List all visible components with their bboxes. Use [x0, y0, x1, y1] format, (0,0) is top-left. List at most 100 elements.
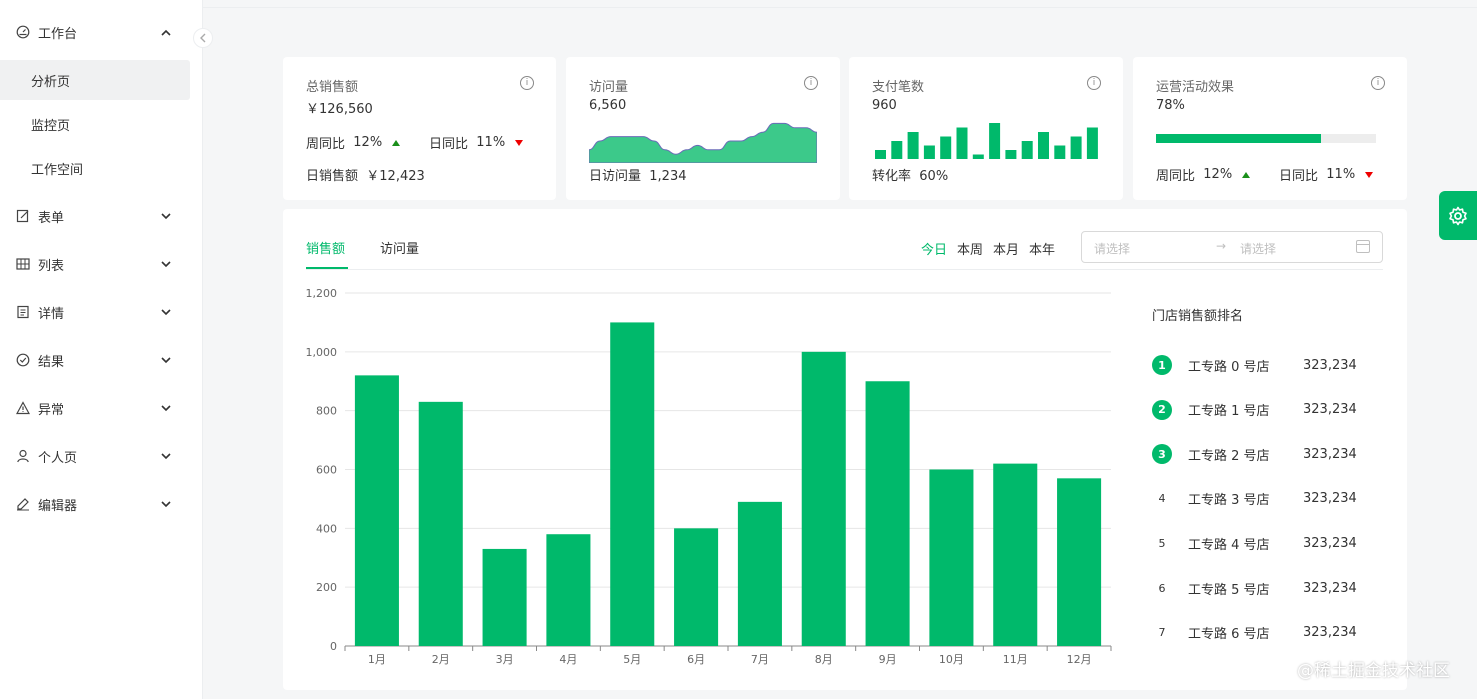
store-sales-value: 323,234: [1303, 491, 1357, 507]
store-name: 工专路 4 号店: [1188, 537, 1270, 553]
rank-number: 6: [1158, 581, 1166, 595]
sidebar-item-label: 编辑器: [38, 498, 78, 514]
chevron-down-icon: [160, 402, 172, 414]
card-footer: 日销售额 ￥12,423: [306, 165, 425, 184]
sidebar-subitem-monitor[interactable]: 监控页: [0, 104, 190, 144]
bar[interactable]: [801, 351, 846, 646]
sidebar-item-profile[interactable]: 个人页: [0, 436, 190, 476]
card-title: 访问量: [589, 80, 629, 95]
table-icon: [15, 256, 31, 272]
progress-fill: [1156, 134, 1321, 143]
rank-number: 5: [1158, 536, 1166, 550]
trend-label: 周同比: [306, 137, 346, 152]
arrow-up-icon: [392, 139, 401, 146]
sidebar-item-label: 结果: [38, 354, 65, 370]
bar[interactable]: [674, 528, 719, 646]
warning-icon: [15, 400, 31, 416]
store-sales-value: 323,234: [1303, 446, 1357, 462]
sidebar-subitem-analysis[interactable]: 分析页: [0, 60, 190, 100]
chevron-down-icon: [160, 450, 172, 462]
chevron-down-icon: [160, 258, 172, 270]
mini-bar: [1005, 150, 1017, 159]
sidebar-subitem-label: 分析页: [31, 74, 71, 90]
bar[interactable]: [865, 381, 910, 646]
trend-value: 11%: [476, 135, 506, 150]
ranking-row: 7 工专路 6 号店 323,234: [1152, 622, 1372, 644]
y-tick-label: 1,200: [306, 287, 338, 300]
rank-number: 2: [1152, 399, 1172, 420]
bar[interactable]: [993, 463, 1038, 646]
y-tick-label: 800: [316, 405, 337, 418]
sidebar: 工作台 分析页 监控页 工作空间 表单 列表 详情 结果 异常 个人页 编辑器: [0, 0, 203, 699]
sidebar-item-detail[interactable]: 详情: [0, 292, 190, 332]
detail-icon: [15, 304, 31, 320]
card-footer: 日访问量 1,234: [589, 165, 687, 184]
bar[interactable]: [354, 375, 399, 646]
ranking-title: 门店销售额排名: [1152, 309, 1244, 324]
sales-card: 总销售额 i ￥126,560 周同比 12% 日同比 11% 日销售额 ￥12…: [283, 57, 556, 200]
sidebar-subitem-workspace[interactable]: 工作空间: [0, 148, 190, 188]
sidebar-item-label: 详情: [38, 306, 65, 322]
mini-bar: [1070, 136, 1082, 159]
rank-number: 1: [1152, 355, 1172, 375]
y-tick-label: 200: [316, 581, 337, 594]
rank-number: 4: [1158, 492, 1166, 506]
x-tick-label: 6月: [687, 653, 705, 666]
x-tick-label: 4月: [559, 653, 577, 666]
sidebar-item-label: 异常: [38, 402, 65, 418]
x-tick-label: 2月: [432, 653, 450, 666]
arrow-right-icon: →: [1216, 239, 1227, 253]
trend-label: 周同比: [1156, 169, 1196, 184]
sidebar-collapse-button[interactable]: [193, 28, 213, 48]
bar[interactable]: [737, 501, 782, 646]
sidebar-item-editor[interactable]: 编辑器: [0, 484, 190, 524]
info-icon[interactable]: i: [1371, 76, 1385, 90]
operations-card: 运营活动效果 i 78% 周同比 12% 日同比 11%: [1133, 57, 1407, 200]
sidebar-item-form[interactable]: 表单: [0, 196, 190, 236]
settings-button[interactable]: [1439, 191, 1477, 240]
info-icon[interactable]: i: [804, 76, 818, 90]
sidebar-item-exception[interactable]: 异常: [0, 388, 190, 428]
bar[interactable]: [482, 548, 527, 646]
store-sales-value: 323,234: [1303, 625, 1357, 641]
mini-bar: [940, 136, 952, 159]
rank-number: 7: [1158, 626, 1166, 640]
sidebar-item-label: 列表: [38, 258, 65, 274]
x-tick-label: 1月: [368, 653, 386, 666]
card-title: 支付笔数: [872, 80, 925, 95]
visits-card: 访问量 i 6,560 日访问量 1,234: [566, 57, 840, 200]
sidebar-item-list[interactable]: 列表: [0, 244, 190, 284]
mini-bar: [891, 141, 903, 159]
x-tick-label: 3月: [496, 653, 514, 666]
bar[interactable]: [929, 469, 974, 647]
bar[interactable]: [546, 534, 591, 646]
x-tick-label: 10月: [939, 653, 964, 666]
footer-value: 1,234: [649, 169, 687, 184]
footer-label: 日访问量: [589, 169, 642, 184]
info-icon[interactable]: i: [1087, 76, 1101, 90]
bar[interactable]: [418, 401, 463, 646]
rank-number: 3: [1152, 444, 1172, 465]
mini-bar: [1021, 141, 1033, 159]
x-tick-label: 12月: [1067, 653, 1092, 666]
end-date-input[interactable]: 请选择: [1240, 240, 1276, 257]
x-tick-label: 8月: [815, 653, 833, 666]
chevron-down-icon: [160, 306, 172, 318]
card-value: ￥126,560: [306, 102, 373, 117]
store-sales-value: 323,234: [1303, 580, 1357, 596]
gear-icon: [1449, 206, 1467, 225]
day-trend: 日同比 11%: [1279, 165, 1374, 184]
mini-bar: [923, 145, 935, 159]
footer-label: 转化率: [872, 169, 912, 184]
sales-panel: 销售额 访问量 今日 本周 本月 本年 请选择 → 请选择 0 200 400 600…: [283, 209, 1407, 690]
sidebar-item-workbench[interactable]: 工作台: [0, 12, 190, 52]
bar[interactable]: [1057, 478, 1102, 646]
ranking-row: 6 工专路 5 号店 323,234: [1152, 577, 1372, 599]
sidebar-item-result[interactable]: 结果: [0, 340, 190, 380]
bar[interactable]: [610, 322, 655, 646]
mini-bar: [956, 127, 968, 159]
mini-bar: [989, 123, 1001, 159]
info-icon[interactable]: i: [520, 76, 534, 90]
card-title: 运营活动效果: [1156, 80, 1235, 95]
visits-area-chart: [589, 122, 817, 163]
